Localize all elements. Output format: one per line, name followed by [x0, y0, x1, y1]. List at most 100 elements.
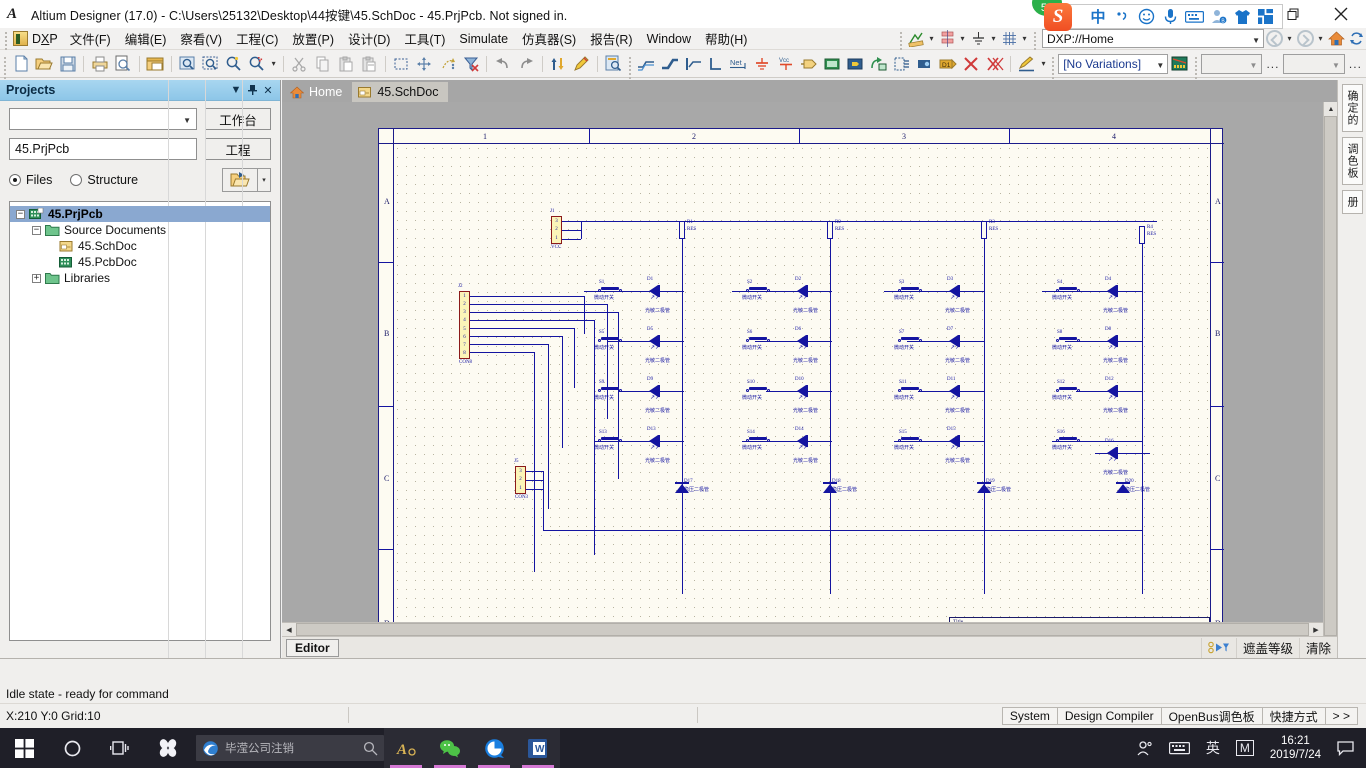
- right-tab-2[interactable]: 调色板: [1341, 137, 1363, 185]
- cortana-icon[interactable]: [48, 728, 96, 768]
- emoji-icon[interactable]: [1134, 5, 1158, 29]
- apps-icon[interactable]: [1254, 5, 1278, 29]
- open-document-browser-icon[interactable]: [144, 52, 167, 76]
- cut-icon[interactable]: [288, 52, 311, 76]
- annotate-icon[interactable]: [570, 52, 593, 76]
- menu-item-tools[interactable]: 工具(T): [397, 29, 452, 49]
- refresh-button[interactable]: [1346, 29, 1366, 49]
- menu-item-dxp[interactable]: DXP: [11, 29, 63, 48]
- zoom-all-icon[interactable]: [245, 52, 268, 76]
- scroll-up-arrow[interactable]: ▲: [1324, 102, 1338, 116]
- switch-s1-body[interactable]: [601, 287, 619, 290]
- power-port-icon[interactable]: [968, 29, 988, 49]
- switch-s16-body[interactable]: [1059, 437, 1077, 440]
- menu-item-view[interactable]: 察看(V): [173, 29, 229, 49]
- ime-language-indicator[interactable]: 英: [1198, 728, 1228, 768]
- home-button[interactable]: [1326, 29, 1346, 49]
- tree-expander-source-documents[interactable]: −: [32, 225, 41, 235]
- create-sheet-from-symbol-icon[interactable]: [867, 52, 890, 76]
- pinned-app-icon[interactable]: [144, 728, 192, 768]
- address-input[interactable]: DXP://Home ▼: [1042, 29, 1264, 48]
- notification-icon[interactable]: [1329, 728, 1362, 768]
- scroll-left-arrow[interactable]: ◀: [282, 623, 296, 637]
- taskbar-app-qq-browser[interactable]: [472, 728, 516, 768]
- tab-schdoc[interactable]: 45.SchDoc: [352, 82, 448, 102]
- place-offsheet-connector-icon[interactable]: D1: [937, 52, 960, 76]
- grid-caret[interactable]: ▾: [1019, 29, 1030, 49]
- place-netlabel-text-icon[interactable]: Net: [728, 52, 751, 76]
- status-panel-shortcuts[interactable]: 快捷方式: [1261, 707, 1326, 725]
- tab-home[interactable]: Home: [284, 82, 351, 102]
- menu-item-simulate[interactable]: Simulate: [452, 29, 515, 49]
- place-part-icon[interactable]: [797, 52, 820, 76]
- menu-item-simulator[interactable]: 仿真器(S): [515, 29, 583, 49]
- place-gnd-icon[interactable]: [751, 52, 774, 76]
- connector-j1[interactable]: 3 2 1: [551, 216, 562, 244]
- horizontal-scroll-thumb[interactable]: [296, 623, 1309, 636]
- zoom-in-icon[interactable]: [222, 52, 245, 76]
- mask-level-icon[interactable]: [1200, 637, 1236, 658]
- toolbar-grip-main[interactable]: [2, 55, 8, 79]
- extra-combo-2[interactable]: ▼: [1283, 53, 1345, 74]
- tree-item-pcbdoc[interactable]: 45.PcbDoc: [10, 254, 270, 270]
- place-no-erc-icon[interactable]: [960, 52, 983, 76]
- open-document-icon[interactable]: [33, 52, 56, 76]
- align-caret[interactable]: ▾: [957, 29, 968, 49]
- menu-item-window[interactable]: Window: [640, 29, 698, 49]
- variations-dropdown-icon[interactable]: ▼: [1156, 61, 1164, 70]
- clear-no-erc-icon[interactable]: [983, 52, 1006, 76]
- keyboard-icon[interactable]: [1161, 728, 1198, 768]
- zoom-document-icon[interactable]: [176, 52, 199, 76]
- menu-item-place[interactable]: 放置(P): [285, 29, 341, 49]
- right-tab-1[interactable]: 确定的: [1341, 84, 1363, 132]
- shirt-icon[interactable]: [1230, 5, 1254, 29]
- toolbar-grip-extra[interactable]: [1193, 55, 1199, 79]
- resistor-r4[interactable]: [1139, 226, 1145, 244]
- resistor-r1[interactable]: [679, 221, 685, 239]
- editor-tab[interactable]: Editor: [286, 638, 339, 657]
- punctuation-icon[interactable]: [1110, 5, 1134, 29]
- ime-mode-indicator[interactable]: M: [1228, 728, 1262, 768]
- panel-close-icon[interactable]: ✕: [260, 82, 276, 98]
- tree-expander-project[interactable]: −: [16, 209, 25, 219]
- workspace-combo-dropdown-icon[interactable]: ▼: [183, 116, 191, 125]
- place-sheet-symbol-icon[interactable]: [821, 52, 844, 76]
- structure-radio[interactable]: Structure: [70, 173, 138, 187]
- back-caret[interactable]: ▾: [1284, 29, 1295, 49]
- menu-item-design[interactable]: 设计(D): [341, 29, 397, 49]
- paste-special-icon[interactable]: [357, 52, 380, 76]
- copy-icon[interactable]: [311, 52, 334, 76]
- undo-icon[interactable]: [491, 52, 514, 76]
- switch-s13-body[interactable]: [601, 437, 619, 440]
- taskbar-search-box[interactable]: 毕滢公司注销: [196, 735, 384, 761]
- canvas-horizontal-scrollbar[interactable]: ◀ ▶: [282, 622, 1323, 637]
- mic-icon[interactable]: [1158, 5, 1182, 29]
- sogou-logo-icon[interactable]: S: [1044, 3, 1072, 31]
- switch-s4-body[interactable]: [1059, 287, 1077, 290]
- switch-s7-body[interactable]: [901, 337, 919, 340]
- redo-icon[interactable]: [514, 52, 537, 76]
- files-radio[interactable]: Files: [9, 173, 52, 187]
- toolbar-grip-navigation[interactable]: [1032, 30, 1038, 54]
- switch-s8-body[interactable]: [1059, 337, 1077, 340]
- switch-s14-body[interactable]: [749, 437, 767, 440]
- clear-button[interactable]: 清除: [1298, 637, 1337, 658]
- switch-s5-body[interactable]: [601, 337, 619, 340]
- updown-sync-icon[interactable]: [547, 52, 570, 76]
- forward-caret[interactable]: ▾: [1315, 29, 1326, 49]
- status-panel-openbus[interactable]: OpenBus调色板: [1160, 707, 1263, 725]
- utilities-draw-caret[interactable]: ▾: [926, 29, 937, 49]
- drawing-tools-icon[interactable]: [1015, 52, 1038, 76]
- paste-icon[interactable]: [334, 52, 357, 76]
- variant-manager-icon[interactable]: [1168, 52, 1191, 76]
- extra-combo-1-ellipsis[interactable]: ...: [1262, 57, 1283, 71]
- place-device-sheet-icon[interactable]: [890, 52, 913, 76]
- switch-s3-body[interactable]: [901, 287, 919, 290]
- status-panel-more[interactable]: > >: [1324, 707, 1358, 725]
- align-icon[interactable]: [937, 29, 957, 49]
- switch-s6-body[interactable]: [749, 337, 767, 340]
- switch-s11-body[interactable]: [901, 387, 919, 390]
- deselect-icon[interactable]: [436, 52, 459, 76]
- resistor-r3[interactable]: [981, 221, 987, 239]
- open-project-icon[interactable]: [222, 168, 258, 192]
